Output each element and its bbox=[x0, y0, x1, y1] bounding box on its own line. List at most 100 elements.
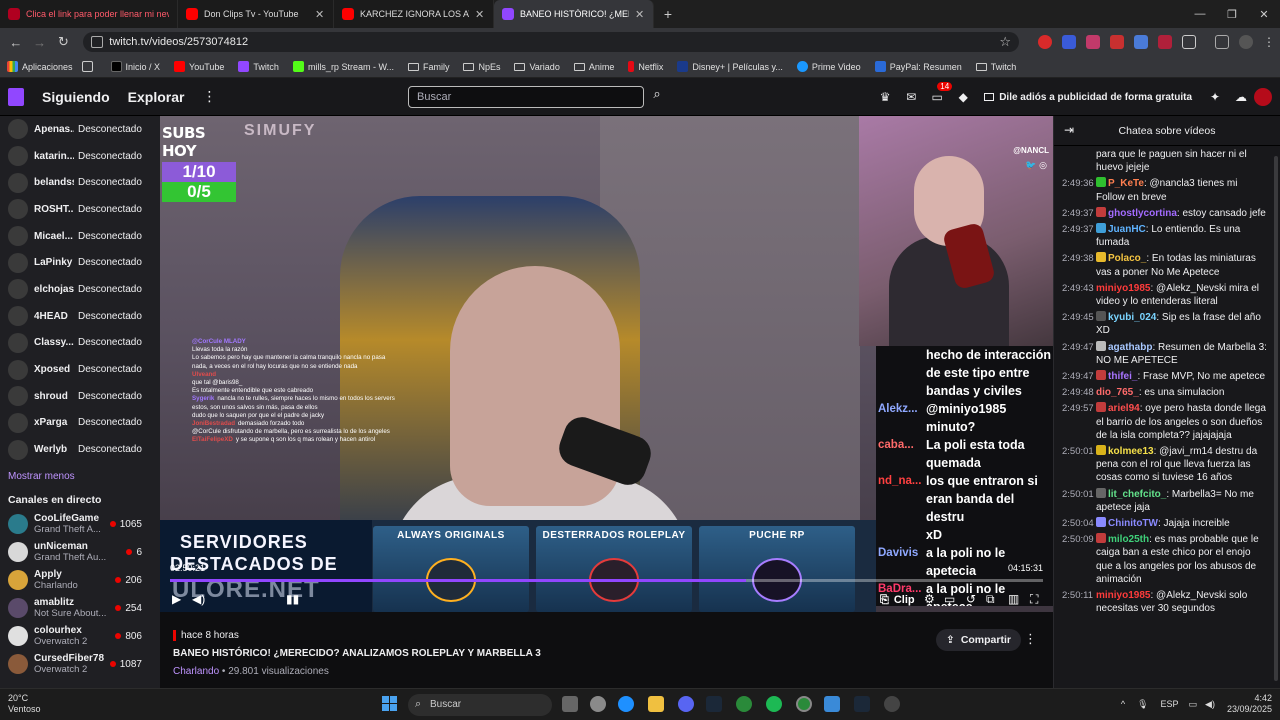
picture-in-picture-icon[interactable]: ⧉ bbox=[986, 592, 995, 607]
nav-following[interactable]: Siguiendo bbox=[42, 89, 110, 105]
forward-icon[interactable]: → bbox=[28, 35, 52, 50]
live-channel[interactable]: unNiceman Grand Theft Au... 6 bbox=[0, 538, 160, 566]
bookmark-folder-npes[interactable]: NpEs bbox=[463, 62, 500, 72]
chat-username[interactable]: P_KeTe bbox=[1108, 178, 1144, 189]
notifications-icon[interactable]: ▭ 14 bbox=[924, 82, 953, 104]
more-options-icon[interactable]: ⋮ bbox=[202, 88, 216, 105]
live-channel[interactable]: colourhex Overwatch 2 806 bbox=[0, 622, 160, 650]
close-window-icon[interactable]: ✕ bbox=[1248, 8, 1280, 21]
apps-grid-button[interactable] bbox=[81, 61, 97, 72]
chat-username[interactable]: dio_765_ bbox=[1096, 387, 1139, 398]
sidebar-channel[interactable]: LaPinky Desconectado bbox=[0, 249, 160, 276]
task-view-icon[interactable] bbox=[562, 696, 578, 712]
maximize-icon[interactable]: ❐ bbox=[1216, 8, 1248, 21]
extension-icon[interactable] bbox=[1062, 35, 1077, 49]
chat-username[interactable]: thifei_ bbox=[1108, 371, 1137, 382]
bookmark-youtube[interactable]: YouTube bbox=[174, 61, 224, 72]
network-icon[interactable]: ▭ bbox=[1189, 699, 1198, 710]
discord-icon[interactable] bbox=[678, 696, 694, 712]
extension-icon[interactable] bbox=[1110, 35, 1125, 49]
new-tab-button[interactable]: + bbox=[654, 0, 682, 28]
bits-icon[interactable]: ◆ bbox=[950, 90, 976, 104]
search-button[interactable]: ⌕ bbox=[646, 86, 668, 108]
bookmark-folder-twitch[interactable]: Twitch bbox=[975, 62, 1016, 72]
sidebar-channel[interactable]: shroud Desconectado bbox=[0, 383, 160, 410]
user-avatar[interactable] bbox=[1254, 88, 1272, 106]
live-channel[interactable]: CursedFiber78 Overwatch 2 1087 bbox=[0, 650, 160, 678]
bookmark-disney[interactable]: Disney+ | Películas y... bbox=[677, 61, 783, 72]
steam-icon[interactable] bbox=[854, 696, 870, 712]
browser-tab-4-active[interactable]: BANEO HISTÓRICO! ¿MERECID ✕ bbox=[494, 0, 654, 28]
live-channel[interactable]: CooLifeGame Grand Theft A... 1065 bbox=[0, 510, 160, 538]
chat-username[interactable]: lit_chefcito_ bbox=[1108, 489, 1166, 500]
ad-free-button[interactable]: Dile adiós a publicidad de forma gratuit… bbox=[984, 92, 1192, 103]
extension-icon[interactable] bbox=[1038, 35, 1053, 49]
show-less-link[interactable]: Mostrar menos bbox=[0, 463, 160, 488]
notepad-icon[interactable] bbox=[824, 696, 840, 712]
extension-icon[interactable] bbox=[1134, 35, 1149, 49]
twitch-logo-icon[interactable] bbox=[8, 87, 24, 106]
bookmark-folder-family[interactable]: Family bbox=[407, 62, 449, 72]
clip-button[interactable]: ⎘ Clip bbox=[874, 590, 921, 610]
chat-scrollbar[interactable] bbox=[1274, 156, 1278, 681]
bookmark-twitch[interactable]: Twitch bbox=[238, 61, 279, 72]
weather-widget[interactable]: 20°C Ventoso bbox=[8, 693, 41, 715]
bookmark-star-icon[interactable]: ☆ bbox=[999, 34, 1011, 50]
volume-icon[interactable]: ◀) bbox=[1205, 699, 1215, 710]
live-channel[interactable]: Apply Charlando 206 bbox=[0, 566, 160, 594]
sidebar-channel[interactable]: elchojas Desconectado bbox=[0, 276, 160, 303]
spotify-icon[interactable] bbox=[766, 696, 782, 712]
captions-icon[interactable]: ▭ bbox=[944, 592, 955, 606]
bookmark-kick[interactable]: mills_rp Stream - W... bbox=[292, 61, 394, 72]
sidebar-channel[interactable]: Xposed Desconectado bbox=[0, 356, 160, 383]
bookmark-paypal[interactable]: PayPal: Resumen bbox=[874, 61, 962, 72]
bookmark-x[interactable]: Inicio / X bbox=[110, 61, 160, 72]
fullscreen-icon[interactable]: ⛶ bbox=[1030, 592, 1038, 607]
close-tab-icon[interactable]: ✕ bbox=[315, 8, 325, 21]
steam-icon[interactable] bbox=[706, 696, 722, 712]
more-options-icon[interactable]: ⋮ bbox=[1024, 631, 1037, 647]
chat-username[interactable]: agathabp bbox=[1108, 342, 1152, 353]
sidebar-channel[interactable]: Werlyb Desconectado bbox=[0, 436, 160, 463]
address-bar[interactable]: twitch.tv/videos/2573074812 ☆ bbox=[83, 32, 1020, 52]
chat-username[interactable]: JuanHC bbox=[1108, 224, 1146, 235]
volume-icon[interactable]: ◀) bbox=[192, 592, 205, 606]
bookmark-netflix[interactable]: Netflix bbox=[628, 61, 663, 72]
clock[interactable]: 4:42 23/09/2025 bbox=[1227, 693, 1272, 715]
cloud-icon[interactable]: ☁ bbox=[1228, 90, 1254, 104]
bookmark-folder-anime[interactable]: Anime bbox=[573, 62, 614, 72]
extension-icon[interactable] bbox=[1158, 35, 1173, 49]
back-icon[interactable]: ← bbox=[4, 35, 28, 50]
live-channel[interactable]: amablitz Not Sure About... 254 bbox=[0, 594, 160, 622]
browser-tab-2[interactable]: Don Clips Tv - YouTube ✕ bbox=[178, 0, 334, 28]
start-button-icon[interactable] bbox=[382, 696, 398, 712]
mic-icon[interactable]: 🎙 bbox=[1137, 699, 1148, 710]
sidebar-channel[interactable]: belandss Desconectado bbox=[0, 169, 160, 196]
minimize-icon[interactable]: — bbox=[1184, 8, 1216, 20]
reload-icon[interactable]: ↻ bbox=[52, 34, 76, 50]
bookmark-apps[interactable]: Aplicaciones bbox=[7, 61, 73, 72]
app-icon[interactable] bbox=[884, 696, 900, 712]
close-tab-icon[interactable]: ✕ bbox=[635, 8, 645, 21]
browser-menu-icon[interactable]: ⋮ bbox=[1263, 35, 1275, 49]
chevron-up-icon[interactable]: ^ bbox=[1121, 699, 1125, 709]
sidebar-channel[interactable]: xParga Desconectado bbox=[0, 410, 160, 437]
profile-avatar-icon[interactable] bbox=[1239, 35, 1254, 49]
browser-tab-1[interactable]: Clica el link para poder llenar mi never… bbox=[0, 0, 178, 28]
sidebar-channel[interactable]: katarin... Desconectado bbox=[0, 143, 160, 170]
chat-username[interactable]: miniyo1985 bbox=[1096, 283, 1150, 294]
browser-tab-3[interactable]: KARCHEZ IGNORA LOS ATENTAD ✕ bbox=[334, 0, 494, 28]
chat-username[interactable]: miniyo1985 bbox=[1096, 590, 1150, 601]
close-tab-icon[interactable]: ✕ bbox=[475, 8, 485, 21]
chat-username[interactable]: Polaco_ bbox=[1108, 253, 1146, 264]
share-button[interactable]: ⇪ Compartir bbox=[936, 629, 1021, 651]
settings-gear-icon[interactable]: ⚙ bbox=[924, 592, 935, 606]
chat-username[interactable]: ChinitoTW bbox=[1108, 518, 1158, 529]
chrome-active-icon[interactable] bbox=[796, 696, 812, 712]
bookmark-folder-variado[interactable]: Variado bbox=[514, 62, 560, 72]
seek-bar[interactable] bbox=[170, 579, 1043, 582]
chat-username[interactable]: milo25th bbox=[1108, 534, 1149, 545]
extension-icon[interactable] bbox=[1086, 35, 1101, 49]
file-explorer-icon[interactable] bbox=[648, 696, 664, 712]
app-icon[interactable] bbox=[590, 696, 606, 712]
